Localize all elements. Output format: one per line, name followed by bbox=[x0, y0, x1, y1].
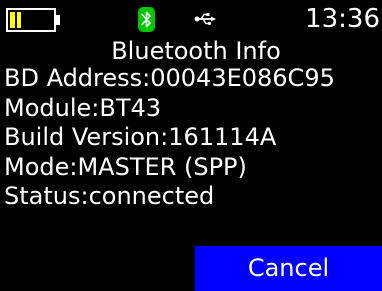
bluetooth-info-list: BD Address:00043E086C95 Module:BT43 Buil… bbox=[4, 64, 380, 212]
mode-line: Mode:MASTER (SPP) bbox=[4, 152, 247, 181]
build-version-line: Build Version:161114A bbox=[4, 123, 277, 151]
battery-icon bbox=[6, 8, 56, 32]
screen-title: Bluetooth Info bbox=[111, 37, 281, 65]
device-screen: 13:36 Bluetooth Info BD Address:00043E08… bbox=[0, 0, 382, 291]
module-line: Module:BT43 bbox=[4, 93, 162, 122]
status-line: Status:connected bbox=[4, 182, 215, 210]
bd-address-line: BD Address:00043E086C95 bbox=[4, 64, 335, 92]
status-bar: 13:36 bbox=[0, 0, 382, 36]
usb-icon bbox=[194, 13, 216, 26]
cancel-button[interactable]: Cancel bbox=[195, 246, 382, 291]
bluetooth-icon bbox=[138, 7, 155, 32]
clock: 13:36 bbox=[305, 4, 380, 34]
battery-level-fill bbox=[10, 12, 24, 28]
battery-terminal bbox=[56, 15, 60, 25]
